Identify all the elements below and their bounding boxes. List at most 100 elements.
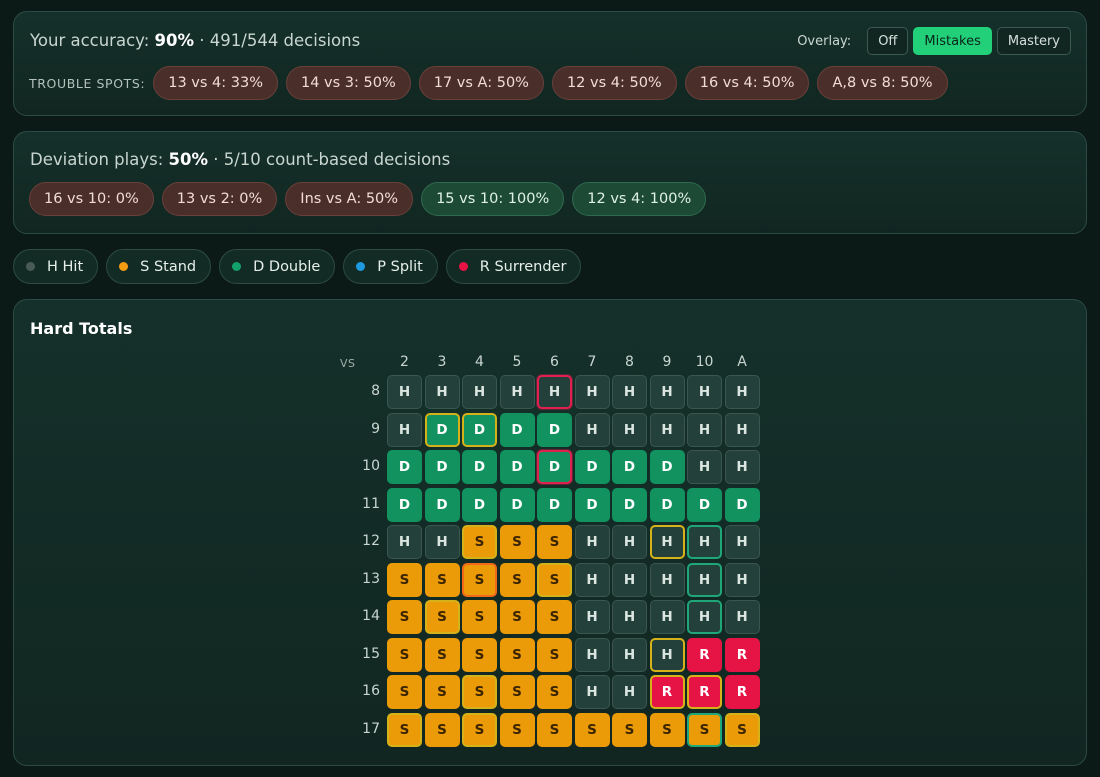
strategy-cell[interactable]: S <box>724 712 760 747</box>
strategy-cell[interactable]: S <box>537 525 572 559</box>
deviation-play-chip[interactable]: 12 vs 4: 100% <box>572 182 707 216</box>
strategy-cell[interactable]: D <box>499 450 535 484</box>
strategy-cell[interactable]: S <box>537 637 572 672</box>
strategy-cell[interactable]: H <box>499 375 535 409</box>
strategy-cell[interactable]: S <box>387 562 422 597</box>
strategy-cell[interactable]: D <box>537 487 572 522</box>
strategy-cell[interactable]: H <box>649 600 685 634</box>
strategy-cell[interactable]: D <box>574 487 610 522</box>
strategy-cell[interactable]: H <box>424 375 460 409</box>
deviation-play-chip[interactable]: 13 vs 2: 0% <box>161 182 278 216</box>
strategy-cell[interactable]: S <box>462 525 497 559</box>
strategy-cell[interactable]: H <box>649 525 685 559</box>
strategy-cell[interactable]: H <box>574 412 610 447</box>
strategy-cell[interactable]: S <box>499 525 535 559</box>
strategy-cell[interactable]: H <box>687 525 722 559</box>
legend-split[interactable]: P Split <box>343 249 438 284</box>
strategy-cell[interactable]: S <box>462 600 497 634</box>
strategy-cell[interactable]: R <box>687 637 722 672</box>
strategy-cell[interactable]: S <box>499 562 535 597</box>
strategy-cell[interactable]: D <box>537 412 572 447</box>
strategy-cell[interactable]: D <box>537 450 572 484</box>
trouble-spot-chip[interactable]: 13 vs 4: 33% <box>153 66 278 100</box>
legend-stand[interactable]: S Stand <box>106 249 212 284</box>
strategy-cell[interactable]: D <box>424 450 460 484</box>
strategy-cell[interactable]: H <box>687 450 722 484</box>
strategy-cell[interactable]: S <box>462 675 497 709</box>
strategy-cell[interactable]: H <box>724 525 760 559</box>
strategy-cell[interactable]: S <box>499 675 535 709</box>
strategy-cell[interactable]: H <box>387 412 422 447</box>
strategy-cell[interactable]: H <box>687 562 722 597</box>
strategy-cell[interactable]: H <box>574 675 610 709</box>
strategy-cell[interactable]: D <box>649 450 685 484</box>
strategy-cell[interactable]: D <box>649 487 685 522</box>
trouble-spot-chip[interactable]: 14 vs 3: 50% <box>285 66 411 100</box>
strategy-cell[interactable]: S <box>687 712 722 747</box>
strategy-cell[interactable]: H <box>612 525 647 559</box>
trouble-spot-chip[interactable]: 16 vs 4: 50% <box>684 66 810 100</box>
strategy-cell[interactable]: S <box>537 675 572 709</box>
strategy-cell[interactable]: D <box>499 412 535 447</box>
strategy-cell[interactable]: S <box>387 637 422 672</box>
strategy-cell[interactable]: D <box>424 487 460 522</box>
strategy-cell[interactable]: S <box>649 712 685 747</box>
strategy-cell[interactable]: H <box>462 375 497 409</box>
deviation-play-chip[interactable]: 16 vs 10: 0% <box>29 182 154 216</box>
strategy-cell[interactable]: H <box>612 637 647 672</box>
strategy-cell[interactable]: D <box>612 450 647 484</box>
deviation-play-chip[interactable]: 15 vs 10: 100% <box>421 182 565 216</box>
strategy-cell[interactable]: H <box>649 562 685 597</box>
strategy-cell[interactable]: S <box>424 675 460 709</box>
strategy-cell[interactable]: D <box>387 487 422 522</box>
strategy-cell[interactable]: H <box>612 375 647 409</box>
strategy-cell[interactable]: S <box>387 675 422 709</box>
legend-surrender[interactable]: R Surrender <box>445 249 582 284</box>
strategy-cell[interactable]: S <box>612 712 647 747</box>
legend-hit[interactable]: H Hit <box>13 249 99 284</box>
strategy-cell[interactable]: S <box>462 637 497 672</box>
strategy-cell[interactable]: D <box>499 487 535 522</box>
strategy-cell[interactable]: H <box>687 412 722 447</box>
strategy-cell[interactable]: H <box>649 637 685 672</box>
strategy-cell[interactable]: S <box>387 600 422 634</box>
strategy-cell[interactable]: D <box>687 487 722 522</box>
strategy-cell[interactable]: H <box>687 600 722 634</box>
strategy-cell[interactable]: S <box>424 712 460 747</box>
strategy-cell[interactable]: D <box>462 412 497 447</box>
strategy-cell[interactable]: H <box>574 562 610 597</box>
strategy-cell[interactable]: H <box>612 562 647 597</box>
strategy-cell[interactable]: R <box>724 637 760 672</box>
strategy-cell[interactable]: H <box>612 412 647 447</box>
trouble-spot-chip[interactable]: A,8 vs 8: 50% <box>817 66 948 100</box>
strategy-cell[interactable]: H <box>387 525 422 559</box>
strategy-cell[interactable]: D <box>724 487 760 522</box>
strategy-cell[interactable]: S <box>424 600 460 634</box>
strategy-cell[interactable]: H <box>724 375 760 409</box>
strategy-cell[interactable]: H <box>687 375 722 409</box>
strategy-cell[interactable]: H <box>574 375 610 409</box>
strategy-cell[interactable]: H <box>574 525 610 559</box>
strategy-cell[interactable]: D <box>462 450 497 484</box>
strategy-cell[interactable]: S <box>537 562 572 597</box>
strategy-cell[interactable]: H <box>649 375 685 409</box>
strategy-cell[interactable]: D <box>574 450 610 484</box>
strategy-cell[interactable]: S <box>574 712 610 747</box>
strategy-cell[interactable]: S <box>387 712 422 747</box>
strategy-cell[interactable]: S <box>499 712 535 747</box>
strategy-cell[interactable]: S <box>424 562 460 597</box>
strategy-cell[interactable]: R <box>649 675 685 709</box>
strategy-cell[interactable]: S <box>499 637 535 672</box>
strategy-cell[interactable]: R <box>724 675 760 709</box>
strategy-cell[interactable]: H <box>574 637 610 672</box>
overlay-off-button[interactable]: Off <box>867 27 909 55</box>
strategy-cell[interactable]: H <box>724 450 760 484</box>
strategy-cell[interactable]: D <box>612 487 647 522</box>
strategy-cell[interactable]: H <box>724 412 760 447</box>
strategy-cell[interactable]: H <box>612 675 647 709</box>
strategy-cell[interactable]: S <box>424 637 460 672</box>
trouble-spot-chip[interactable]: 12 vs 4: 50% <box>551 66 677 100</box>
strategy-cell[interactable]: R <box>687 675 722 709</box>
strategy-cell[interactable]: H <box>424 525 460 559</box>
strategy-cell[interactable]: D <box>424 412 460 447</box>
